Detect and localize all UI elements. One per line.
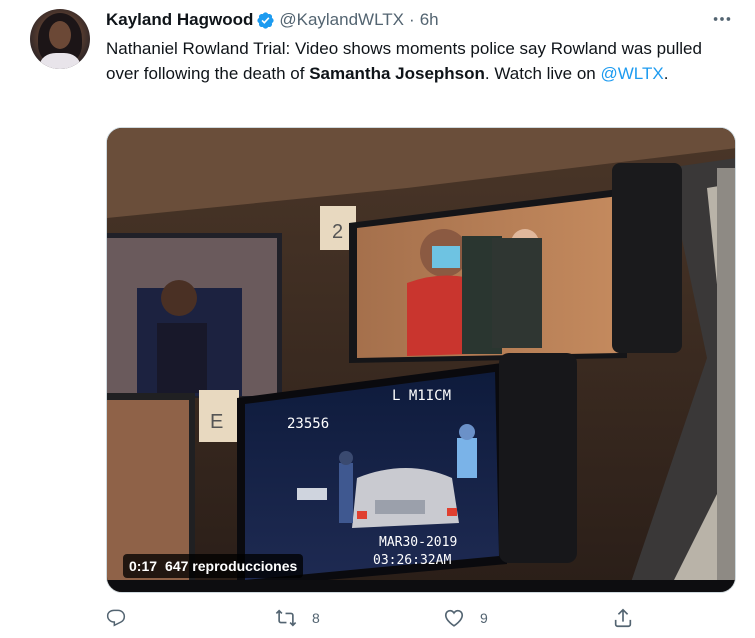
sheet-top-label: 2 bbox=[332, 221, 343, 243]
like-icon bbox=[444, 609, 464, 627]
dashcam-clock-text: 03:26:32AM bbox=[373, 553, 451, 568]
reply-button[interactable] bbox=[106, 607, 140, 627]
tweet-timestamp[interactable]: 6h bbox=[420, 10, 439, 30]
author-handle[interactable]: @KaylandWLTX bbox=[279, 10, 404, 30]
tweet-text-bold: Samantha Josephson bbox=[309, 63, 485, 83]
sheet-bottom-label: E bbox=[210, 411, 223, 433]
header-separator: · bbox=[409, 10, 415, 29]
tweet-text: Nathaniel Rowland Trial: Video shows mom… bbox=[106, 37, 726, 86]
video-stats-badge: 0:17 647 reproducciones bbox=[123, 554, 304, 578]
retweet-count: 8 bbox=[312, 610, 320, 626]
dashcam-date-text: MAR30-2019 bbox=[379, 535, 457, 550]
retweet-icon bbox=[275, 609, 297, 627]
verified-badge-icon bbox=[257, 11, 274, 29]
retweet-button[interactable]: 8 bbox=[274, 607, 320, 629]
tweet-text-end: . bbox=[663, 63, 669, 83]
tweet-actions: 8 9 bbox=[106, 607, 636, 637]
author-name[interactable]: Kayland Hagwood bbox=[106, 10, 253, 30]
video-frame: 2 E L M1ICM 23556 MAR30-2019 03:26:32AM bbox=[107, 128, 735, 592]
reply-icon bbox=[106, 609, 126, 627]
avatar-shirt bbox=[40, 53, 80, 69]
dashcam-number-text: 23556 bbox=[287, 416, 329, 432]
author-avatar[interactable] bbox=[30, 9, 90, 69]
tweet-header: Kayland Hagwood @KaylandWLTX · 6h bbox=[106, 9, 439, 31]
more-icon[interactable] bbox=[711, 8, 735, 28]
dashcam-unit-text: L M1ICM bbox=[392, 388, 451, 404]
tweet-video[interactable]: 2 E L M1ICM 23556 MAR30-2019 03:26:32AM bbox=[106, 127, 736, 593]
video-duration: 0:17 bbox=[129, 558, 158, 574]
mention-link[interactable]: @WLTX bbox=[601, 64, 664, 83]
like-count: 9 bbox=[480, 610, 488, 626]
avatar-face bbox=[49, 21, 71, 49]
share-button[interactable] bbox=[612, 607, 634, 629]
video-views: 647 reproducciones bbox=[165, 558, 298, 574]
like-button[interactable]: 9 bbox=[442, 607, 488, 629]
tweet-text-part2: . Watch live on bbox=[484, 63, 601, 83]
share-icon bbox=[614, 608, 632, 628]
